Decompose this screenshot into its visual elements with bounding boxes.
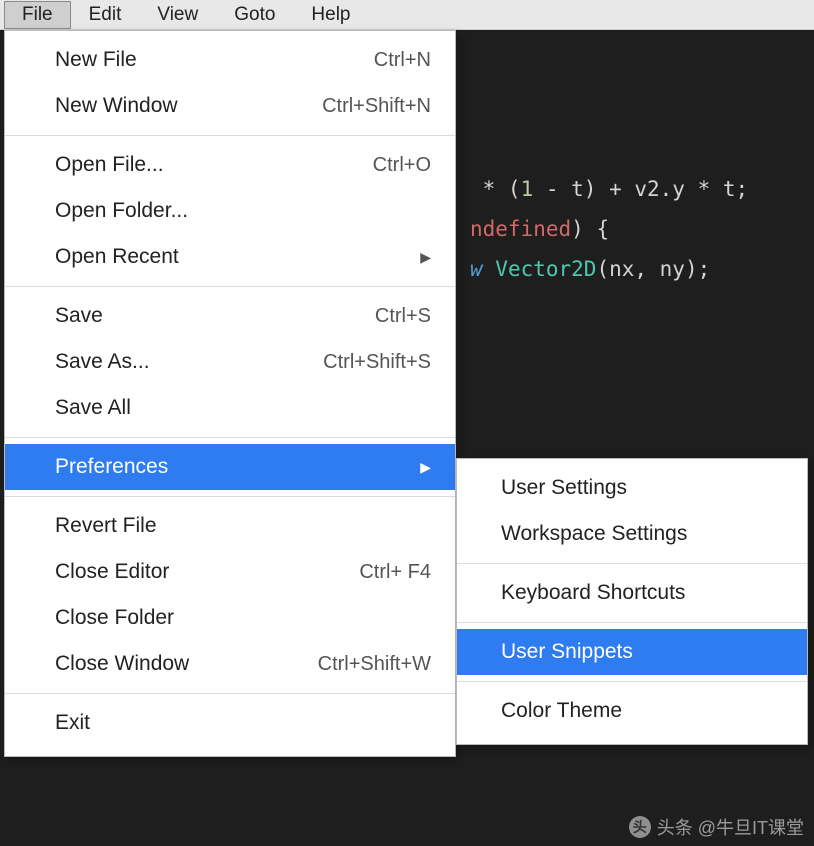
- submenu-item-label: User Settings: [501, 476, 627, 500]
- chevron-right-icon: ▶: [420, 249, 431, 266]
- menu-item-shortcut: Ctrl+ F4: [359, 561, 431, 584]
- menu-item-shortcut: Ctrl+N: [374, 49, 431, 72]
- submenu-item-user-settings[interactable]: User Settings: [457, 465, 807, 511]
- code-token: - t) + v2.y * t;: [533, 177, 748, 201]
- menu-item-revert-file[interactable]: Revert File: [5, 503, 455, 549]
- menu-item-open-recent[interactable]: Open Recent▶: [5, 234, 455, 280]
- menu-item-shortcut: Ctrl+Shift+W: [318, 653, 431, 676]
- file-menu-dropdown: New FileCtrl+NNew WindowCtrl+Shift+NOpen…: [4, 30, 456, 757]
- menu-item-open-folder[interactable]: Open Folder...: [5, 188, 455, 234]
- code-token: w: [470, 257, 483, 281]
- code-token: * (: [470, 177, 521, 201]
- chevron-right-icon: ▶: [420, 459, 431, 476]
- menu-help[interactable]: Help: [293, 1, 368, 29]
- menu-separator: [5, 286, 455, 287]
- code-token: 1: [521, 177, 534, 201]
- submenu-item-workspace-settings[interactable]: Workspace Settings: [457, 511, 807, 557]
- menu-item-label: Revert File: [55, 514, 431, 538]
- submenu-item-label: Workspace Settings: [501, 522, 687, 546]
- menu-file[interactable]: File: [4, 1, 71, 29]
- menu-item-close-window[interactable]: Close WindowCtrl+Shift+W: [5, 641, 455, 687]
- menu-item-shortcut: Ctrl+Shift+S: [323, 351, 431, 374]
- menu-item-open-file[interactable]: Open File...Ctrl+O: [5, 142, 455, 188]
- menu-separator: [5, 437, 455, 438]
- menu-item-save[interactable]: SaveCtrl+S: [5, 293, 455, 339]
- menu-item-close-folder[interactable]: Close Folder: [5, 595, 455, 641]
- submenu-item-color-theme[interactable]: Color Theme: [457, 688, 807, 734]
- menu-item-new-file[interactable]: New FileCtrl+N: [5, 37, 455, 83]
- menu-edit[interactable]: Edit: [71, 1, 140, 29]
- menu-item-exit[interactable]: Exit: [5, 700, 455, 746]
- submenu-item-label: Color Theme: [501, 699, 622, 723]
- menu-view[interactable]: View: [139, 1, 216, 29]
- menu-separator: [5, 693, 455, 694]
- code-token: (nx, ny);: [596, 257, 710, 281]
- menu-separator: [457, 681, 807, 682]
- menu-item-label: Save All: [55, 396, 431, 420]
- menu-item-close-editor[interactable]: Close EditorCtrl+ F4: [5, 549, 455, 595]
- preferences-submenu: User Settings Workspace Settings Keyboard …: [456, 458, 808, 745]
- menu-item-label: Save: [55, 304, 375, 328]
- menu-item-label: Save As...: [55, 350, 323, 374]
- menu-item-save-as[interactable]: Save As...Ctrl+Shift+S: [5, 339, 455, 385]
- code-token: Vector2D: [483, 257, 597, 281]
- menu-separator: [457, 563, 807, 564]
- menubar: FileEditViewGotoHelp: [0, 0, 814, 30]
- submenu-item-user-snippets[interactable]: User Snippets: [457, 629, 807, 675]
- menu-separator: [5, 135, 455, 136]
- menu-item-label: Close Editor: [55, 560, 359, 584]
- menu-item-label: Open Recent: [55, 245, 420, 269]
- menu-item-label: Close Window: [55, 652, 318, 676]
- menu-item-label: Exit: [55, 711, 431, 735]
- submenu-item-keyboard-shortcuts[interactable]: Keyboard Shortcuts: [457, 570, 807, 616]
- menu-item-new-window[interactable]: New WindowCtrl+Shift+N: [5, 83, 455, 129]
- menu-item-label: Preferences: [55, 455, 420, 479]
- menu-separator: [5, 496, 455, 497]
- menu-item-label: Open Folder...: [55, 199, 431, 223]
- menu-item-save-all[interactable]: Save All: [5, 385, 455, 431]
- menu-item-shortcut: Ctrl+Shift+N: [322, 95, 431, 118]
- menu-item-label: Close Folder: [55, 606, 431, 630]
- code-token: ) {: [571, 217, 609, 241]
- menu-item-label: New Window: [55, 94, 322, 118]
- watermark-icon: 头: [629, 816, 651, 838]
- watermark-text: 头条 @牛旦IT课堂: [657, 814, 804, 840]
- menu-item-preferences[interactable]: Preferences▶: [5, 444, 455, 490]
- submenu-item-label: Keyboard Shortcuts: [501, 581, 685, 605]
- menu-separator: [457, 622, 807, 623]
- menu-goto[interactable]: Goto: [216, 1, 293, 29]
- menu-item-label: New File: [55, 48, 374, 72]
- code-token: ndefined: [470, 217, 571, 241]
- submenu-item-label: User Snippets: [501, 640, 633, 664]
- menu-item-label: Open File...: [55, 153, 373, 177]
- menu-item-shortcut: Ctrl+O: [373, 154, 431, 177]
- menu-item-shortcut: Ctrl+S: [375, 305, 431, 328]
- watermark: 头 头条 @牛旦IT课堂: [629, 814, 804, 840]
